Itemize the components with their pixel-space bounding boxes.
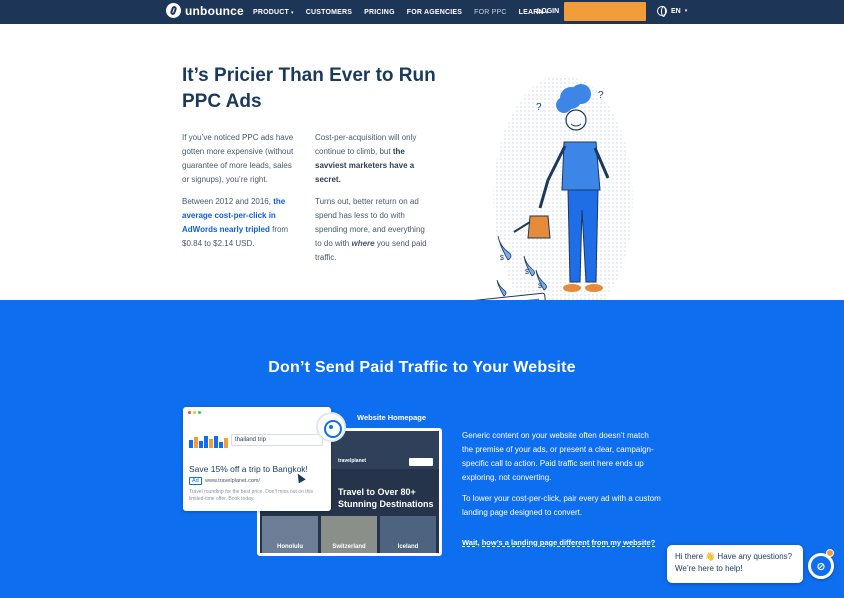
section-body: Generic content on your website often do…: [462, 429, 662, 527]
landing-page-difference-link[interactable]: Wait, how’s a landing page different fro…: [462, 538, 655, 547]
nav-item-for-ppc[interactable]: FOR PPC: [474, 9, 507, 16]
hero-paragraph: Turns out, better return on ad spend has…: [315, 197, 427, 262]
hero-paragraph: If you’ve noticed PPC ads have gotten mo…: [182, 133, 294, 184]
marketer-watering-money-illustration: ? ? $ $ $: [460, 75, 633, 326]
login-link[interactable]: LOGIN: [537, 8, 559, 15]
svg-text:$: $: [525, 269, 529, 276]
chat-bubble[interactable]: Hi there 👋 Have any questions? We’re her…: [667, 545, 803, 583]
destination-tile: Honolulu: [262, 516, 318, 553]
nav-item-for-agencies[interactable]: FOR AGENCIES: [407, 9, 462, 16]
notification-dot: [826, 549, 834, 557]
svg-text:$: $: [538, 283, 542, 290]
cta-button[interactable]: [564, 2, 646, 21]
ad-headline: Save 15% off a trip to Bangkok!: [189, 464, 308, 474]
homepage-logo: travelplanet: [338, 458, 367, 464]
hero-paragraph: Between 2012 and 2016, the average cost-…: [182, 197, 289, 248]
nav-item-product[interactable]: PRODUCT ▾: [253, 9, 294, 16]
hero-column-right: Cost-per-acquisition will only continue …: [315, 131, 433, 273]
search-query: thailand trip: [235, 437, 267, 443]
hero-title: It’s Pricier Than Ever to Run PPC Ads: [182, 65, 436, 112]
unbounce-logo[interactable]: unbounce: [166, 3, 244, 18]
search-engine-logo-icon: [189, 436, 228, 448]
destination-tile: Switzerland: [321, 516, 377, 553]
hero-section: It’s Pricier Than Ever to Run PPC Ads If…: [0, 24, 844, 326]
target-icon: [316, 412, 346, 442]
unbounce-logo-icon: ⊘: [816, 560, 826, 573]
chevron-down-icon: ▾: [684, 8, 688, 14]
ad-badge: Ad: [189, 477, 202, 485]
nav-item-pricing[interactable]: PRICING: [364, 9, 395, 16]
logo-text: unbounce: [185, 3, 244, 18]
homepage-headline: Travel to Over 80+ Stunning Destinations: [338, 487, 434, 509]
section-paragraph: Generic content on your website often do…: [462, 431, 654, 482]
hero-paragraph: Cost-per-acquisition will only continue …: [315, 133, 417, 184]
section-paragraph: To lower your cost-per-click, pair every…: [462, 494, 661, 517]
section-title: Don’t Send Paid Traffic to Your Website: [268, 359, 576, 376]
website-homepage-label: Website Homepage: [357, 413, 427, 422]
destination-tile: Iceland: [380, 516, 436, 553]
globe-icon: [657, 6, 667, 17]
unbounce-logo-icon: [166, 3, 181, 18]
nav-links: PRODUCT ▾ CUSTOMERS PRICING FOR AGENCIES …: [253, 0, 561, 24]
destination-tiles: Honolulu Switzerland Iceland: [262, 516, 436, 553]
chevron-down-icon: ▾: [291, 9, 294, 16]
nav-item-customers[interactable]: CUSTOMERS: [306, 9, 352, 16]
svg-text:$: $: [500, 255, 504, 262]
ad-description: Travel roundtrip for the best price. Don…: [189, 489, 314, 502]
search-ad-mockup: thailand trip Save 15% off a trip to Ban…: [183, 407, 331, 511]
homepage-search-box: [409, 458, 433, 466]
language-selector[interactable]: EN ▾: [657, 6, 688, 17]
ad-url: www.travelplanet.com/: [205, 478, 261, 484]
svg-text:?: ?: [536, 102, 542, 113]
window-dots-icon: [188, 411, 201, 414]
top-nav: unbounce PRODUCT ▾ CUSTOMERS PRICING FOR …: [0, 0, 844, 24]
hero-column-left: If you’ve noticed PPC ads have gotten mo…: [182, 131, 300, 259]
svg-text:?: ?: [598, 90, 604, 101]
